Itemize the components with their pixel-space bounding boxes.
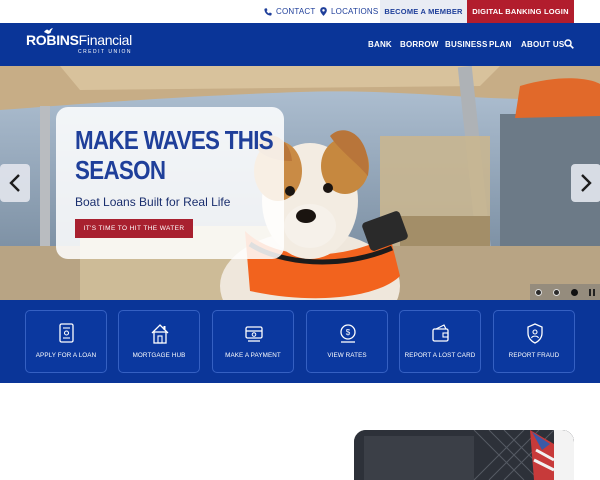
carousel-pagination bbox=[530, 284, 600, 300]
chevron-right-icon bbox=[581, 174, 592, 192]
hero-carousel: MAKE WAVES THIS SEASON Boat Loans Built … bbox=[0, 66, 600, 300]
chevron-left-icon bbox=[9, 174, 20, 192]
nav-business[interactable]: BUSINESS bbox=[445, 23, 488, 66]
become-member-button[interactable]: BECOME A MEMBER bbox=[380, 0, 467, 23]
carousel-prev-button[interactable] bbox=[0, 164, 30, 202]
utility-bar: CONTACT LOCATIONS BECOME A MEMBER DIGITA… bbox=[0, 0, 600, 23]
logo-tagline: CREDIT UNION bbox=[77, 49, 132, 55]
nav-borrow[interactable]: BORROW bbox=[400, 23, 439, 66]
rates-icon: $ bbox=[340, 324, 356, 343]
feature-photo-porch-flag bbox=[354, 430, 574, 480]
quick-link-label: VIEW RATES bbox=[327, 352, 367, 359]
quick-link-report-fraud[interactable]: REPORT FRAUD bbox=[493, 310, 575, 373]
quick-link-apply-for-a-loan[interactable]: APPLY FOR A LOAN bbox=[25, 310, 107, 373]
quick-link-label: APPLY FOR A LOAN bbox=[35, 352, 97, 359]
locations-label: LOCATIONS bbox=[331, 7, 379, 16]
logo-name-bold: ROBINS bbox=[26, 32, 79, 48]
quick-link-label: MAKE A PAYMENT bbox=[225, 352, 281, 359]
carousel-dot-2[interactable] bbox=[553, 288, 560, 296]
nav-about-us[interactable]: ABOUT US bbox=[521, 23, 564, 66]
loan-document-icon bbox=[59, 323, 74, 343]
nav-bank[interactable]: BANK bbox=[368, 23, 392, 66]
quick-links-bar: APPLY FOR A LOAN MORTGAGE HUB MAKE A PAY… bbox=[0, 300, 600, 383]
digital-banking-login-button[interactable]: DIGITAL BANKING LOGIN bbox=[467, 0, 574, 23]
hero-cta-button[interactable]: IT'S TIME TO HIT THE WATER bbox=[75, 219, 193, 238]
logo-name-light: Financial bbox=[78, 32, 133, 48]
hero-title-line-2: SEASON bbox=[75, 155, 166, 185]
quick-link-view-rates[interactable]: $ VIEW RATES bbox=[306, 310, 388, 373]
main-header: ROBINSFinancial CREDIT UNION BANK BORROW… bbox=[0, 23, 600, 66]
feature-photo bbox=[354, 430, 574, 480]
quick-link-label: REPORT A LOST CARD bbox=[404, 352, 476, 359]
nav-plan[interactable]: PLAN bbox=[489, 23, 512, 66]
payment-icon bbox=[245, 326, 263, 342]
quick-link-label: MORTGAGE HUB bbox=[132, 352, 186, 359]
contact-link[interactable]: CONTACT bbox=[264, 0, 315, 23]
locations-link[interactable]: LOCATIONS bbox=[320, 0, 378, 23]
svg-text:$: $ bbox=[346, 328, 351, 337]
hero-subtitle: Boat Loans Built for Real Life bbox=[75, 195, 231, 209]
page: CONTACT LOCATIONS BECOME A MEMBER DIGITA… bbox=[0, 0, 600, 480]
carousel-next-button[interactable] bbox=[571, 164, 600, 202]
house-icon bbox=[151, 324, 169, 344]
carousel-dot-1[interactable] bbox=[535, 288, 542, 296]
phone-icon bbox=[264, 7, 272, 16]
quick-link-mortgage-hub[interactable]: MORTGAGE HUB bbox=[118, 310, 200, 373]
search-icon[interactable] bbox=[564, 39, 574, 49]
quick-link-report-a-lost-card[interactable]: REPORT A LOST CARD bbox=[399, 310, 481, 373]
hero-message-card: MAKE WAVES THIS SEASON Boat Loans Built … bbox=[56, 107, 284, 259]
carousel-dot-3[interactable] bbox=[571, 288, 578, 296]
carousel-pause-button[interactable] bbox=[589, 288, 595, 296]
map-pin-icon bbox=[320, 7, 327, 16]
bird-icon bbox=[44, 28, 53, 34]
robins-financial-logo[interactable]: ROBINSFinancial CREDIT UNION bbox=[26, 28, 132, 56]
quick-link-label: REPORT FRAUD bbox=[508, 352, 560, 359]
hero-title: MAKE WAVES THIS SEASON bbox=[75, 125, 274, 185]
contact-label: CONTACT bbox=[276, 7, 316, 16]
hero-title-line-1: MAKE WAVES THIS bbox=[75, 125, 274, 155]
quick-link-make-a-payment[interactable]: MAKE A PAYMENT bbox=[212, 310, 294, 373]
wallet-icon bbox=[432, 324, 449, 342]
shield-icon bbox=[527, 323, 543, 344]
logo-wordmark: ROBINSFinancial bbox=[26, 33, 132, 48]
